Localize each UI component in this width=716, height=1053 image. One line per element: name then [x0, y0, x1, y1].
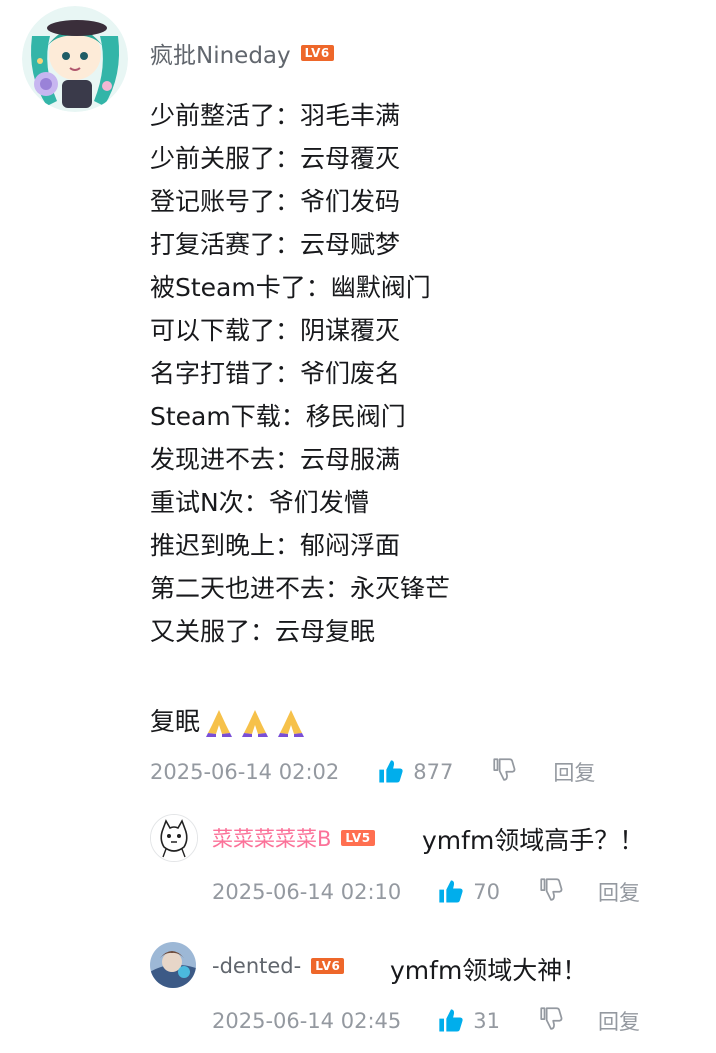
thumbs-up-icon [439, 879, 463, 902]
comment-line: 可以下载了：阴谋覆灭 [150, 316, 401, 345]
tail-text: 复眠 [150, 707, 201, 736]
reply-meta: 2025-06-14 02:10 70 回复 [212, 876, 640, 907]
like-count: 877 [413, 759, 454, 784]
reply-username[interactable]: -dented- [212, 954, 301, 978]
like-count: 31 [473, 1008, 500, 1033]
reply-button[interactable]: 回复 [553, 757, 595, 787]
level-badge: LV6 [311, 958, 345, 974]
folded-hands-emoji [202, 707, 236, 737]
username-text[interactable]: 疯批Nineday [150, 36, 291, 70]
reply-avatar[interactable] [150, 942, 196, 988]
level-badge: LV6 [300, 45, 334, 61]
thumbs-down-icon [540, 1007, 563, 1030]
comment-meta: 2025-06-14 02:02 877 回复 [150, 756, 595, 787]
comment-line: 少前整活了：羽毛丰满 [150, 101, 401, 130]
like-button[interactable]: 877 [377, 758, 453, 786]
like-button[interactable]: 70 [437, 878, 500, 906]
thumbs-up-icon [379, 759, 403, 782]
comment-line: 少前关服了：云母覆灭 [150, 144, 401, 173]
comment-line: 名字打错了：爷们废名 [150, 359, 401, 388]
avatar[interactable] [22, 6, 128, 112]
reply-date: 2025-06-14 02:10 [212, 879, 402, 904]
dislike-button[interactable] [538, 1005, 564, 1036]
reply-button[interactable]: 回复 [598, 877, 640, 907]
like-count: 70 [473, 879, 500, 904]
comment-date: 2025-06-14 02:02 [150, 759, 340, 784]
comment-line: 发现进不去：云母服满 [150, 445, 401, 474]
comment-line: 被Steam卡了：幽默阀门 [150, 273, 431, 302]
reply-avatar[interactable] [150, 814, 198, 862]
folded-hands-emoji [238, 707, 272, 737]
thumbs-down-icon [540, 878, 563, 901]
comment-line: Steam下载：移民阀门 [150, 402, 406, 431]
username[interactable]: 疯批Nineday LV6 [150, 36, 334, 70]
folded-hands-emoji [274, 707, 308, 737]
like-button[interactable]: 31 [437, 1007, 500, 1035]
comment-line: 重试N次：爷们发懵 [150, 488, 369, 517]
thumbs-up-icon [439, 1008, 463, 1031]
dislike-button[interactable] [538, 876, 564, 907]
reply-user[interactable]: -dented- LV6 [212, 954, 345, 978]
comment-body: 少前整活了：羽毛丰满 少前关服了：云母覆灭 登记账号了：爷们发码 打复活赛了：云母赋梦… [150, 94, 450, 653]
reply-text: ymfm领域大神！ [390, 956, 588, 985]
reply-username[interactable]: 菜菜菜菜菜B [212, 823, 331, 853]
dislike-button[interactable] [491, 756, 517, 787]
thumbs-down-icon [493, 758, 516, 781]
reply-date: 2025-06-14 02:45 [212, 1008, 402, 1033]
comment-line: 又关服了：云母复眠 [150, 617, 376, 646]
comment-line: 第二天也进不去：永灭锋芒 [150, 574, 451, 603]
comment-line: 登记账号了：爷们发码 [150, 187, 401, 216]
comment-line: 打复活赛了：云母赋梦 [150, 230, 401, 259]
reply-text: ymfm领域高手？！ [422, 826, 645, 855]
reply-meta: 2025-06-14 02:45 31 回复 [212, 1005, 640, 1036]
comment-tail: 复眠 [150, 700, 308, 743]
comment-line: 推迟到晚上：郁闷浮面 [150, 531, 401, 560]
reply-button[interactable]: 回复 [598, 1006, 640, 1036]
level-badge: LV5 [341, 830, 375, 846]
reply-user[interactable]: 菜菜菜菜菜B LV5 [212, 823, 375, 853]
